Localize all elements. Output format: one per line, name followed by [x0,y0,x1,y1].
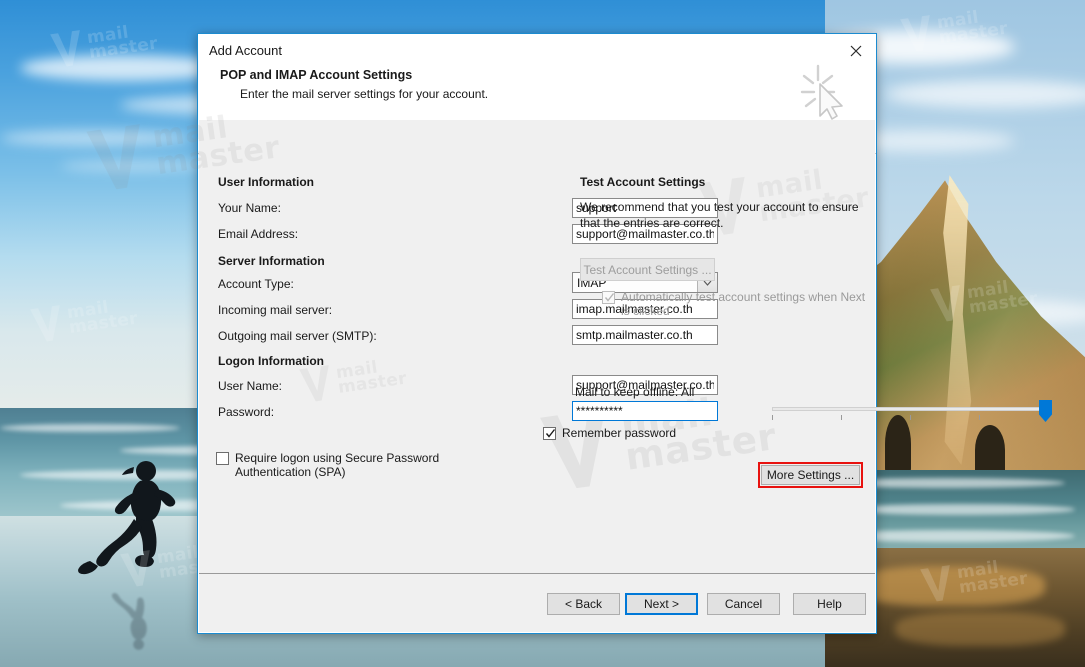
offline-slider-label: Mail to keep offline: [575,385,679,399]
password-input[interactable] [572,401,718,421]
auto-test-label: Automatically test account settings when… [621,290,866,318]
click-cursor-icon [800,64,843,120]
your-name-label: Your Name: [218,201,281,215]
checkbox-box [602,291,615,304]
test-account-settings-button[interactable]: Test Account Settings ... [580,258,715,281]
watermark-line2: master [336,368,409,399]
cloud [60,160,210,172]
outgoing-mail-server-input[interactable] [572,325,718,345]
password-label: Password: [218,405,275,419]
remember-password-checkbox[interactable]: Remember password [543,426,676,440]
runner-silhouette [78,461,176,575]
offline-slider-track[interactable] [772,407,1048,411]
page-title: POP and IMAP Account Settings [220,68,413,82]
user-name-label: User Name: [218,379,283,393]
checkbox-box [216,452,229,465]
section-user-information: User Information [218,175,315,189]
more-settings-highlight [758,462,863,488]
cancel-button[interactable]: Cancel [707,593,780,615]
checkbox-box [543,427,556,440]
offline-slider-ticks [772,415,1048,421]
test-description: We recommend that you test your account … [580,200,859,230]
surf [845,504,1075,515]
auto-test-checkbox[interactable]: Automatically test account settings when… [602,290,867,318]
dialog-title: Add Account [209,43,282,58]
require-spa-checkbox[interactable]: Require logon using Secure Password Auth… [216,451,516,479]
dialog-header: POP and IMAP Account Settings Enter the … [198,64,876,154]
dialog-footer: < Back Next > Cancel Help [199,573,875,632]
runner-reflection [111,592,147,650]
incoming-mail-server-label: Incoming mail server: [218,303,333,317]
help-button[interactable]: Help [793,593,866,615]
remember-password-label: Remember password [562,426,677,440]
offline-slider-value: All [681,385,695,399]
sea-cave [975,425,1005,475]
footer-divider [199,573,875,574]
cloud [0,130,190,146]
add-account-dialog: Add Account POP and IMAP Account Setting… [86,33,1052,634]
email-address-label: Email Address: [218,227,299,241]
require-spa-label: Require logon using Secure Password Auth… [235,451,440,479]
section-server-information: Server Information [218,254,325,268]
sunset-reflection [895,612,1065,646]
sea-cave [885,415,911,473]
section-test-account-settings: Test Account Settings [580,175,706,189]
account-type-label: Account Type: [218,277,294,291]
dialog-titlebar: Add Account [198,34,876,68]
next-button[interactable]: Next > [625,593,698,615]
watermark-line1: mail [334,357,380,384]
surf [0,424,180,432]
outgoing-mail-server-label: Outgoing mail server (SMTP): [218,329,377,343]
page-subtitle: Enter the mail server settings for your … [240,87,489,101]
dialog-body: mailmaster mailmaster mailmaster mailmas… [86,110,875,573]
sunset-reflection [855,566,1045,606]
section-logon-information: Logon Information [218,354,324,368]
back-button[interactable]: < Back [547,593,620,615]
watermark-line1: mail [753,164,825,206]
